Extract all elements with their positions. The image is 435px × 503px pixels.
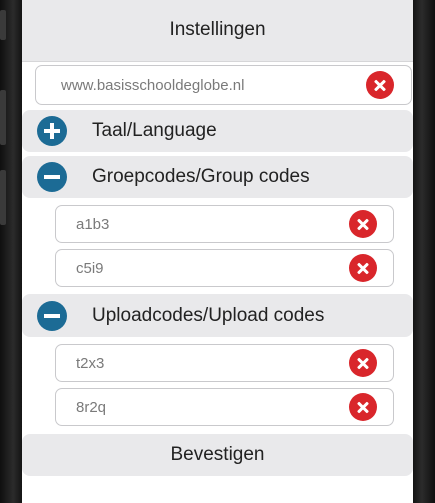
server-url-value: www.basisschooldeglobe.nl bbox=[61, 76, 245, 94]
upload-code-field-2[interactable]: 8r2q bbox=[55, 388, 394, 426]
clear-upload-code-icon[interactable] bbox=[349, 393, 377, 421]
group-code-value: a1b3 bbox=[76, 215, 110, 233]
side-button bbox=[0, 10, 6, 40]
clear-group-code-icon[interactable] bbox=[349, 210, 377, 238]
confirm-button[interactable]: Bevestigen bbox=[22, 434, 413, 476]
clear-url-icon[interactable] bbox=[366, 71, 394, 99]
page-title: Instellingen bbox=[169, 18, 266, 40]
group-code-field-1[interactable]: a1b3 bbox=[55, 205, 394, 243]
upload-code-value: t2x3 bbox=[76, 354, 105, 372]
upload-code-field-1[interactable]: t2x3 bbox=[55, 344, 394, 382]
upload-code-value: 8r2q bbox=[76, 398, 107, 416]
clear-upload-code-icon[interactable] bbox=[349, 349, 377, 377]
phone-frame: Instellingen www.basisschooldeglobe.nl T… bbox=[0, 0, 435, 503]
section-group-codes[interactable]: Groepcodes/Group codes bbox=[22, 156, 413, 198]
group-code-field-2[interactable]: c5i9 bbox=[55, 249, 394, 287]
section-group-codes-label: Groepcodes/Group codes bbox=[92, 166, 310, 187]
section-language[interactable]: Taal/Language bbox=[22, 110, 413, 152]
server-url-field[interactable]: www.basisschooldeglobe.nl bbox=[35, 65, 412, 105]
settings-screen: Instellingen www.basisschooldeglobe.nl T… bbox=[22, 0, 413, 503]
plus-circle-icon[interactable] bbox=[37, 116, 67, 146]
clear-group-code-icon[interactable] bbox=[349, 254, 377, 282]
volume-down-button bbox=[0, 170, 6, 225]
phone-left-edge bbox=[0, 0, 22, 503]
section-language-label: Taal/Language bbox=[92, 120, 217, 141]
confirm-label: Bevestigen bbox=[170, 444, 265, 465]
volume-up-button bbox=[0, 90, 6, 145]
section-upload-codes[interactable]: Uploadcodes/Upload codes bbox=[22, 294, 413, 337]
phone-right-edge bbox=[413, 0, 435, 503]
minus-circle-icon[interactable] bbox=[37, 162, 67, 192]
header-bar: Instellingen bbox=[22, 0, 413, 62]
section-upload-codes-label: Uploadcodes/Upload codes bbox=[92, 304, 325, 326]
minus-circle-icon[interactable] bbox=[37, 300, 67, 331]
group-code-value: c5i9 bbox=[76, 259, 104, 277]
